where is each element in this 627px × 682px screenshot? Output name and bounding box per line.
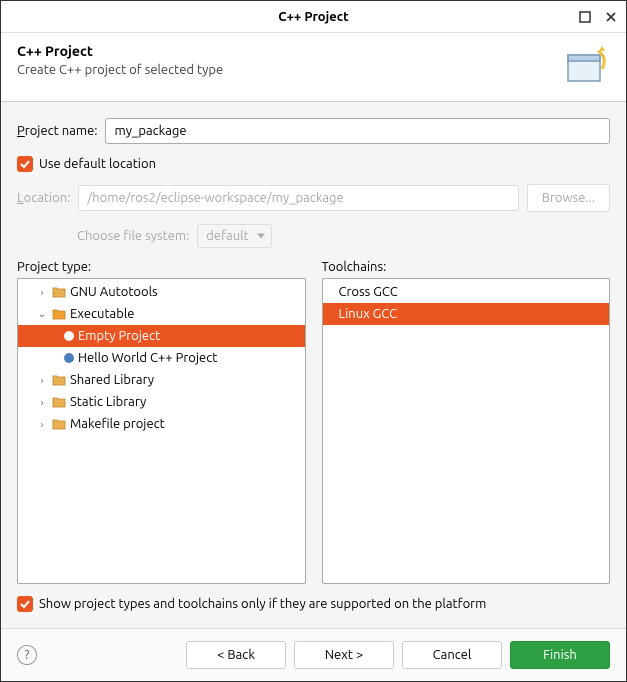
page-title: C++ Project xyxy=(17,43,562,59)
window-controls xyxy=(576,8,620,26)
supported-only-label: Show project types and toolchains only i… xyxy=(39,597,486,611)
use-default-location-checkbox[interactable]: Use default location xyxy=(17,156,610,172)
file-system-row: Choose file system: default xyxy=(17,224,610,248)
window-title: C++ Project xyxy=(278,10,348,24)
toolchains-label: Toolchains: xyxy=(322,260,611,274)
project-type-tree[interactable]: ›GNU Autotools⌄ExecutableEmpty ProjectHe… xyxy=(17,278,306,584)
checkbox-icon xyxy=(17,596,33,612)
wizard-icon xyxy=(562,43,610,91)
titlebar: C++ Project xyxy=(1,1,626,33)
tree-leaf[interactable]: Empty Project xyxy=(18,325,305,347)
chevron-right-icon[interactable]: › xyxy=(36,375,48,386)
tree-folder[interactable]: ›GNU Autotools xyxy=(18,281,305,303)
supported-only-checkbox[interactable]: Show project types and toolchains only i… xyxy=(17,596,610,612)
tree-folder[interactable]: ›Static Library xyxy=(18,391,305,413)
cancel-button[interactable]: Cancel xyxy=(402,641,502,669)
project-name-row: Project name: xyxy=(17,118,610,144)
file-system-label: Choose file system: xyxy=(77,229,189,243)
file-system-select: default xyxy=(197,224,271,248)
chevron-right-icon[interactable]: › xyxy=(36,287,48,298)
next-button[interactable]: Next > xyxy=(294,641,394,669)
bullet-icon xyxy=(64,331,74,341)
project-name-input[interactable] xyxy=(105,118,610,144)
tree-leaf[interactable]: Hello World C++ Project xyxy=(18,347,305,369)
chevron-right-icon[interactable]: › xyxy=(36,397,48,408)
checkbox-icon xyxy=(17,156,33,172)
location-row: Location: Browse... xyxy=(17,184,610,212)
back-button[interactable]: < Back xyxy=(186,641,286,669)
location-label: Location: xyxy=(17,191,70,205)
list-item[interactable]: Cross GCC xyxy=(323,281,610,303)
toolchains-panel: Toolchains: Cross GCCLinux GCC xyxy=(322,260,611,584)
page-description: Create C++ project of selected type xyxy=(17,63,562,77)
location-input xyxy=(78,185,518,211)
tree-folder[interactable]: ›Makefile project xyxy=(18,413,305,435)
tree-folder[interactable]: ⌄Executable xyxy=(18,303,305,325)
toolchains-list[interactable]: Cross GCCLinux GCC xyxy=(322,278,611,584)
use-default-location-label: Use default location xyxy=(39,157,156,171)
wizard-header: C++ Project Create C++ project of select… xyxy=(1,33,626,102)
finish-button[interactable]: Finish xyxy=(510,641,610,669)
wizard-footer: ? < Back Next > Cancel Finish xyxy=(1,628,626,681)
close-icon[interactable] xyxy=(602,8,620,26)
project-name-label: Project name: xyxy=(17,124,97,138)
wizard-content: Project name: Use default location Locat… xyxy=(1,102,626,628)
type-toolchain-panels: Project type: ›GNU Autotools⌄ExecutableE… xyxy=(17,260,610,584)
list-item[interactable]: Linux GCC xyxy=(323,303,610,325)
maximize-icon[interactable] xyxy=(576,8,594,26)
chevron-down-icon[interactable]: ⌄ xyxy=(36,308,48,320)
chevron-right-icon[interactable]: › xyxy=(36,419,48,430)
help-icon[interactable]: ? xyxy=(17,645,37,665)
tree-folder[interactable]: ›Shared Library xyxy=(18,369,305,391)
browse-button: Browse... xyxy=(527,184,610,212)
project-type-panel: Project type: ›GNU Autotools⌄ExecutableE… xyxy=(17,260,306,584)
project-type-label: Project type: xyxy=(17,260,306,274)
bullet-icon xyxy=(64,353,74,363)
